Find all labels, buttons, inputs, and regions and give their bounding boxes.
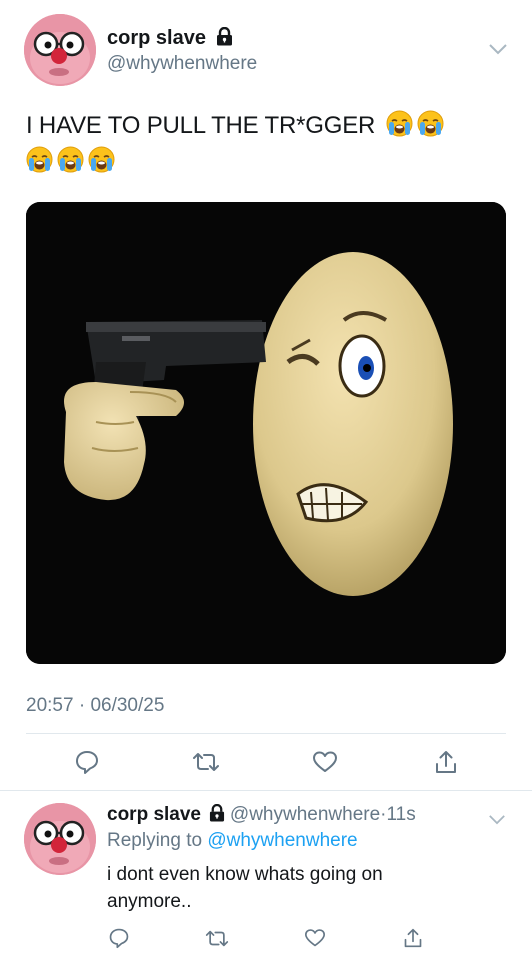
tweet-timestamp[interactable]: 20:57 · 06/30/25 xyxy=(26,695,164,717)
tweet-text-body: I HAVE TO PULL THE TR*GGER xyxy=(26,112,376,139)
reply-text: i dont even know whats going on anymore.… xyxy=(107,864,383,912)
replying-to-link[interactable]: @whywhenwhere xyxy=(207,830,357,851)
share-icon[interactable] xyxy=(426,742,466,782)
replying-to-prefix: Replying to xyxy=(107,830,203,851)
meta-separator: · xyxy=(78,695,86,716)
divider xyxy=(26,733,506,734)
loudly-crying-face-icon xyxy=(417,110,444,137)
tweet-media-image[interactable] xyxy=(26,202,506,664)
chevron-down-icon[interactable] xyxy=(488,42,508,60)
author-name-row: corp slave xyxy=(107,26,233,51)
like-icon[interactable] xyxy=(305,742,345,782)
display-name[interactable]: corp slave xyxy=(107,27,206,49)
reply-age: 11s xyxy=(386,804,416,825)
tweet-text: I HAVE TO PULL THE TR*GGER xyxy=(26,108,516,180)
retweet-icon[interactable] xyxy=(186,742,226,782)
loudly-crying-face-icon xyxy=(26,146,53,173)
pink-creature-avatar-image xyxy=(24,14,96,86)
replying-to-line: Replying to @whywhenwhere xyxy=(107,830,358,852)
pink-creature-avatar-image xyxy=(24,803,96,875)
lock-icon xyxy=(216,26,233,51)
emoji-with-pistol-illustration xyxy=(26,202,506,664)
author-handle[interactable]: @whywhenwhere xyxy=(107,53,257,75)
thread-divider xyxy=(0,790,532,791)
reply-icon[interactable] xyxy=(99,918,139,958)
reply-handle[interactable]: @whywhenwhere xyxy=(230,804,380,825)
reply-display-name[interactable]: corp slave xyxy=(107,804,201,825)
lock-icon xyxy=(209,803,225,827)
tweet-time: 20:57 xyxy=(26,695,74,716)
reply-icon[interactable] xyxy=(67,742,107,782)
loudly-crying-face-icon xyxy=(88,146,115,173)
chevron-down-icon[interactable] xyxy=(488,812,506,830)
like-icon[interactable] xyxy=(295,918,335,958)
reply-author-avatar[interactable] xyxy=(24,803,96,875)
reply-header: corp slave @whywhenwhere·11s xyxy=(107,803,416,827)
loudly-crying-face-icon xyxy=(386,110,413,137)
loudly-crying-face-icon xyxy=(57,146,84,173)
retweet-icon[interactable] xyxy=(197,918,237,958)
tweet-date: 06/30/25 xyxy=(90,695,165,716)
author-avatar[interactable] xyxy=(24,14,96,86)
share-icon[interactable] xyxy=(393,918,433,958)
